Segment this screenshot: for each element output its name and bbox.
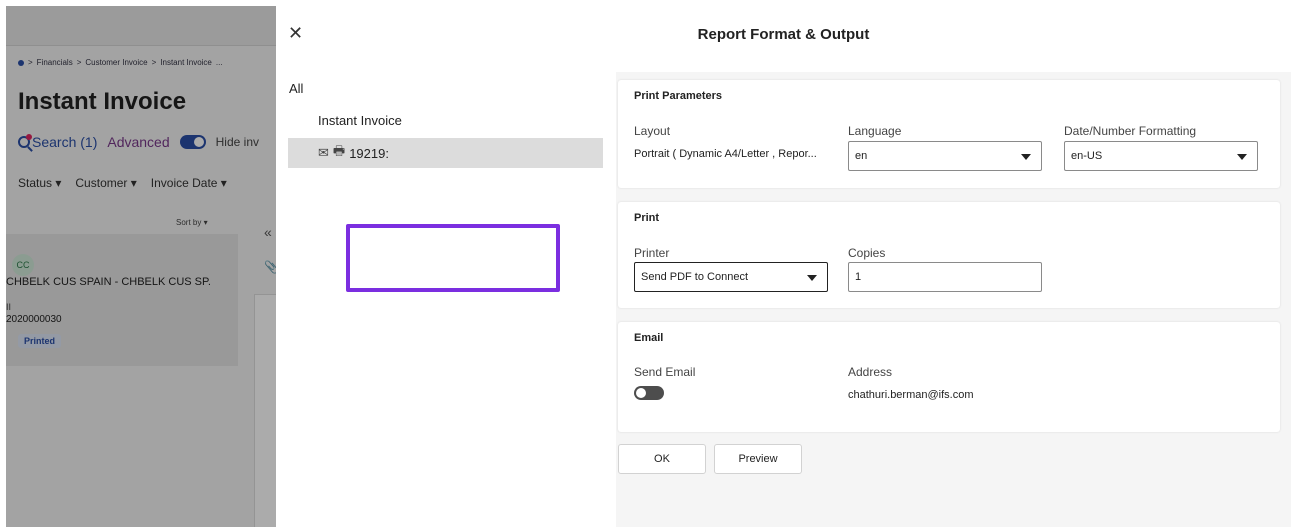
send-email-toggle[interactable] [634,386,664,400]
format-select[interactable]: en-US [1064,141,1258,171]
copies-label: Copies [848,246,886,260]
tree-item-selected[interactable]: ✉ 🖶 19219: [288,138,603,168]
card-title: Email [634,332,664,344]
ok-button[interactable]: OK [618,444,706,474]
print-parameters-card: Print Parameters Layout Portrait ( Dynam… [618,80,1280,188]
printer-select[interactable]: Send PDF to Connect [634,262,828,292]
tree-item-all[interactable]: All [289,81,303,96]
card-title: Print Parameters [634,90,723,102]
print-card: Print Printer Send PDF to Connect Copies… [618,202,1280,308]
modal-overlay [6,6,276,527]
chevron-down-icon [807,275,817,281]
language-select[interactable]: en [848,141,1042,171]
address-value: chathuri.berman@ifs.com [848,389,974,401]
card-title: Print [634,212,660,224]
email-icon: ✉ [318,145,329,160]
chevron-down-icon [1237,154,1247,160]
format-label: Date/Number Formatting [1064,124,1197,138]
settings-panel: Print Parameters Layout Portrait ( Dynam… [616,72,1291,527]
printer-icon: 🖶 [332,143,346,158]
printer-label: Printer [634,246,670,260]
preview-button[interactable]: Preview [714,444,802,474]
language-label: Language [848,124,902,138]
tree-item-instant-invoice[interactable]: Instant Invoice [318,113,402,128]
layout-value[interactable]: Portrait ( Dynamic A4/Letter , Repor... [634,148,817,160]
send-email-label: Send Email [634,365,696,379]
layout-label: Layout [634,124,671,138]
copies-input[interactable]: 1 [848,262,1042,292]
tree-item-label: 19219: [349,145,389,161]
address-label: Address [848,365,893,379]
chevron-down-icon [1021,154,1031,160]
report-format-dialog: ✕ Report Format & Output All Instant Inv… [276,6,1291,527]
dialog-title: Report Format & Output [697,26,870,43]
email-card: Email Send Email Address chathuri.berman… [618,322,1280,432]
